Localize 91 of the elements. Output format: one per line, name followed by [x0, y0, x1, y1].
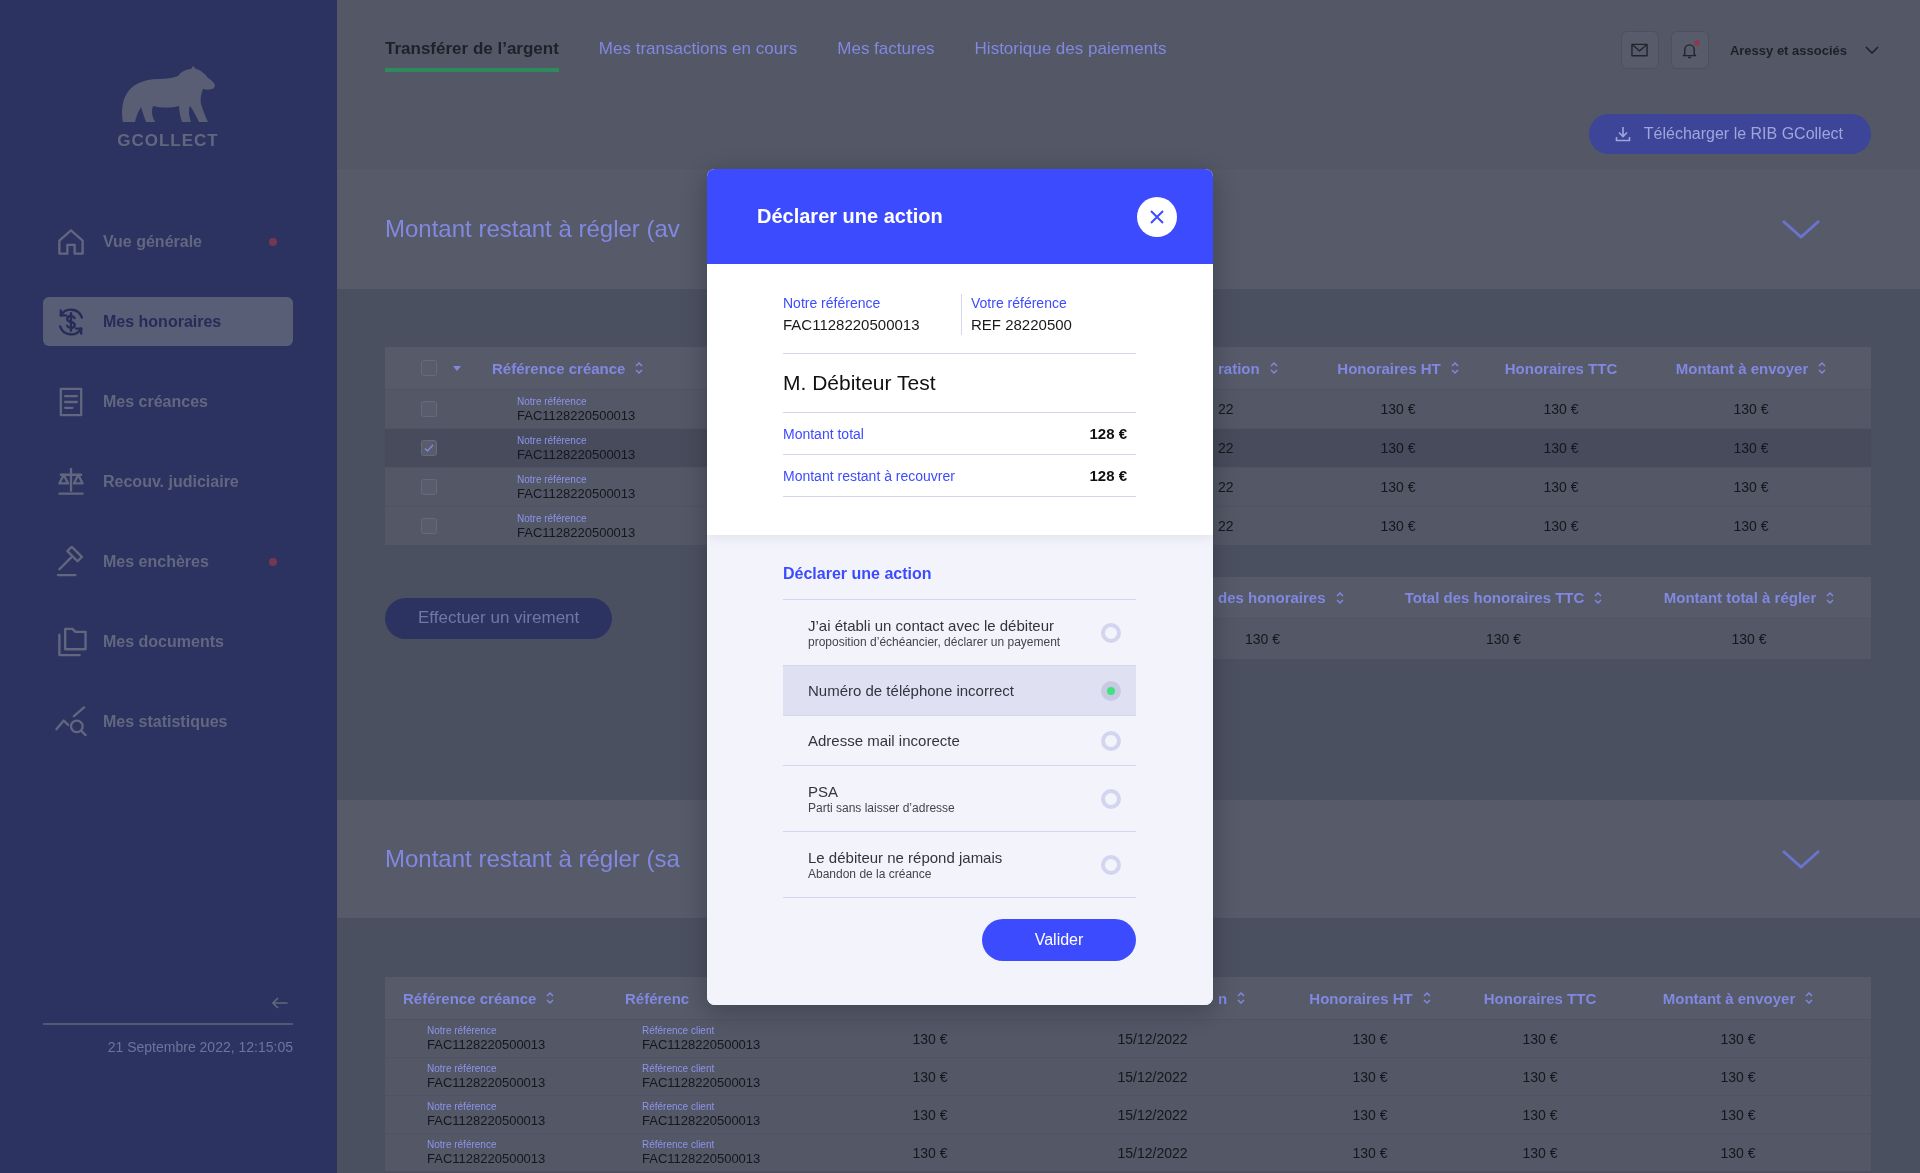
- table-value: 130 €: [1733, 401, 1769, 417]
- reference-value: FAC1128220500013: [642, 1037, 761, 1052]
- column-header: Montant à envoyer: [1675, 359, 1809, 377]
- table-value: 130 €: [1733, 440, 1769, 456]
- table-value: 130 €: [1733, 518, 1769, 534]
- reference-label: Notre référence: [517, 395, 587, 408]
- table-value: 130 €: [912, 1030, 948, 1047]
- reference-label: Référence client: [642, 1139, 715, 1151]
- column-header: Référenc: [625, 989, 690, 1007]
- table-value: 22: [1218, 518, 1234, 534]
- table-value: 130 €: [1352, 1144, 1388, 1161]
- reference-value: FAC1128220500013: [517, 485, 636, 501]
- amount-value: 128 €: [1089, 467, 1127, 484]
- table-value: 130 €: [1543, 479, 1579, 495]
- reference-value: FAC1128220500013: [427, 1113, 546, 1128]
- column-header: Montant total à régler: [1663, 589, 1817, 606]
- reference-value: FAC1128220500013: [517, 524, 636, 540]
- column-header: ration: [1218, 359, 1260, 377]
- reference-label: Référence client: [642, 1025, 715, 1037]
- table-value: 130 €: [1522, 1106, 1558, 1123]
- table-value: 15/12/2022: [1117, 1068, 1188, 1085]
- table-value: 130 €: [1543, 401, 1579, 417]
- column-header: Montant à envoyer: [1662, 989, 1796, 1007]
- table-value: 15/12/2022: [1117, 1030, 1188, 1047]
- section-title: Déclarer une action: [783, 564, 933, 584]
- table-value: 130 €: [1733, 479, 1769, 495]
- table-value: 130 €: [1244, 631, 1280, 647]
- reference-label: Notre référence: [517, 512, 587, 525]
- table-value: 130 €: [1352, 1106, 1388, 1123]
- reference-label: Référence client: [642, 1063, 715, 1075]
- table-value: 130 €: [1543, 518, 1579, 534]
- table-value: 22: [1218, 440, 1234, 456]
- reference-value: FAC1128220500013: [517, 407, 636, 423]
- amount-label: Montant total: [783, 424, 864, 443]
- reference-label: Notre référence: [427, 1025, 497, 1037]
- table-value: 130 €: [1720, 1030, 1756, 1047]
- column-header: Total des honoraires TTC: [1404, 589, 1585, 606]
- table-value: 130 €: [912, 1068, 948, 1085]
- debtor-name: M. Débiteur Test: [783, 371, 936, 395]
- table-value: 130 €: [1380, 518, 1416, 534]
- column-header: Honoraires HT: [1309, 989, 1413, 1007]
- table-value: 130 €: [1380, 401, 1416, 417]
- table-value: 130 €: [912, 1106, 948, 1123]
- reference-value: FAC1128220500013: [642, 1075, 761, 1090]
- table-value: 130 €: [1543, 440, 1579, 456]
- table-value: 130 €: [1522, 1068, 1558, 1085]
- column-header: Honoraires TTC: [1483, 989, 1597, 1007]
- column-header: Honoraires TTC: [1504, 359, 1618, 377]
- table-value: 130 €: [1731, 631, 1767, 647]
- table-value: 130 €: [1720, 1106, 1756, 1123]
- section-title: Montant restant à régler (sa: [385, 845, 680, 873]
- table-value: 130 €: [1380, 440, 1416, 456]
- reference-label: Notre référence: [783, 294, 882, 312]
- reference-value: FAC1128220500013: [427, 1151, 546, 1166]
- reference-value: FAC1128220500013: [427, 1075, 546, 1090]
- table-value: 130 €: [1720, 1144, 1756, 1161]
- reference-label: Notre référence: [427, 1063, 497, 1075]
- reference-value: FAC1128220500013: [517, 446, 636, 462]
- reference-label: Référence client: [642, 1101, 715, 1113]
- reference-label: Notre référence: [517, 473, 587, 486]
- table-value: 22: [1218, 479, 1234, 495]
- modal-title: Déclarer une action: [757, 205, 943, 228]
- column-header: des honoraires: [1218, 589, 1326, 606]
- column-header: Référence créance: [492, 359, 626, 377]
- section-title: Montant restant à régler (av: [385, 215, 680, 243]
- reference-value: FAC1128220500013: [642, 1151, 761, 1166]
- table-value: 130 €: [1720, 1068, 1756, 1085]
- column-header: Référence créance: [403, 989, 537, 1007]
- reference-label: Notre référence: [517, 434, 587, 447]
- table-value: 15/12/2022: [1117, 1144, 1188, 1161]
- table-value: 130 €: [912, 1144, 948, 1161]
- reference-value: REF 28220500: [971, 315, 1072, 335]
- date-time-text: 21 Septembre 2022, 12:15:05: [107, 1039, 293, 1055]
- table-value: 15/12/2022: [1117, 1106, 1188, 1123]
- table-value: 22: [1218, 401, 1234, 417]
- table-value: 130 €: [1522, 1030, 1558, 1047]
- table-value: 130 €: [1352, 1030, 1388, 1047]
- column-header: n: [1218, 989, 1228, 1007]
- reference-label: Notre référence: [427, 1101, 497, 1113]
- reference-value: FAC1128220500013: [427, 1037, 546, 1052]
- table-value: 130 €: [1522, 1144, 1558, 1161]
- table-value: 130 €: [1352, 1068, 1388, 1085]
- column-header: Honoraires HT: [1337, 359, 1441, 377]
- reference-label: Votre référence: [971, 294, 1068, 312]
- table-value: 130 €: [1485, 631, 1521, 647]
- amount-value: 128 €: [1089, 425, 1127, 442]
- amount-label: Montant restant à recouvrer: [783, 466, 955, 485]
- reference-value: FAC1128220500013: [783, 315, 921, 335]
- reference-value: FAC1128220500013: [642, 1113, 761, 1128]
- table-value: 130 €: [1380, 479, 1416, 495]
- reference-label: Notre référence: [427, 1139, 497, 1151]
